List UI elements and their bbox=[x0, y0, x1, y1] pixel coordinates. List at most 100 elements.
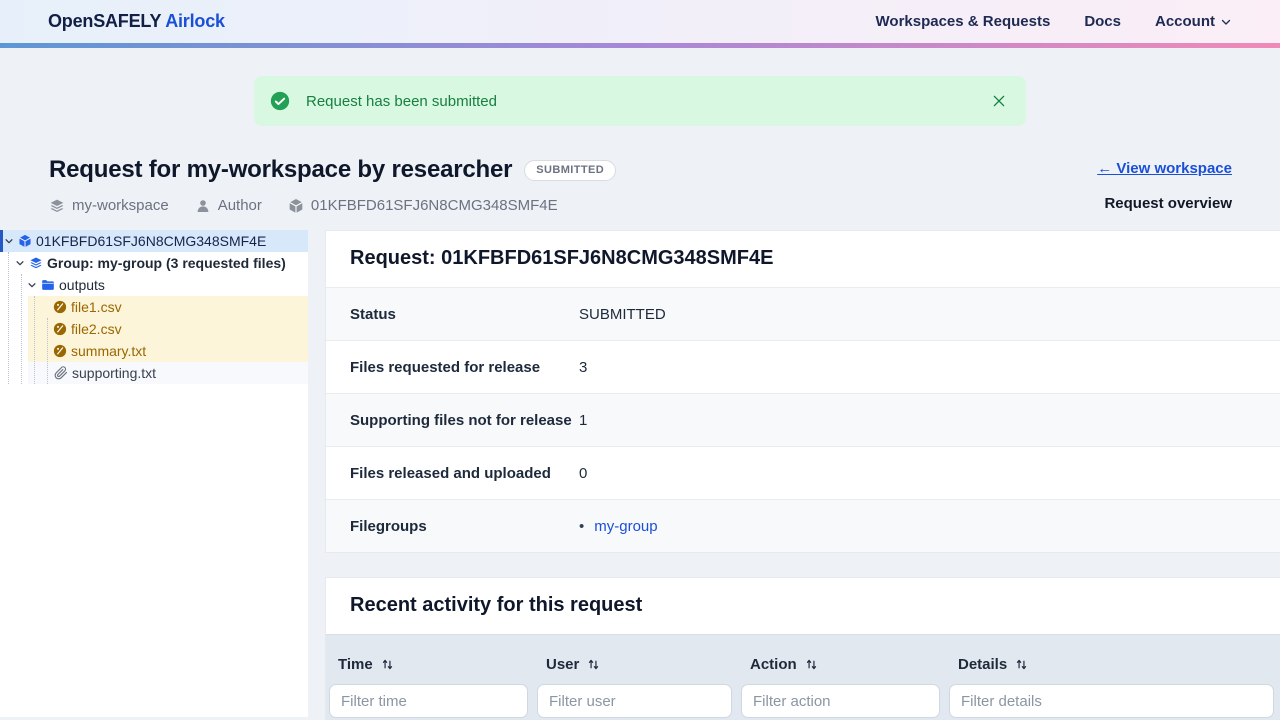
detail-row-supporting-files: Supporting files not for release 1 bbox=[326, 393, 1280, 446]
tree-guide-line bbox=[8, 252, 9, 384]
meta-workspace-label: my-workspace bbox=[72, 197, 169, 214]
nav-link-label: Account bbox=[1155, 13, 1215, 30]
meta-author-label: Author bbox=[217, 197, 262, 214]
tree-item-label: outputs bbox=[59, 277, 105, 293]
tree-item-label: 01KFBFD61SFJ6N8CMG348SMF4E bbox=[36, 233, 267, 249]
status-badge: SUBMITTED bbox=[524, 159, 617, 181]
filter-details-input[interactable] bbox=[949, 684, 1274, 718]
request-details-title: Request: 01KFBFD61SFJ6N8CMG348SMF4E bbox=[350, 247, 774, 269]
column-label: Details bbox=[958, 655, 1008, 673]
tree-item-label: file1.csv bbox=[71, 299, 122, 315]
cube-icon bbox=[289, 198, 303, 213]
nav-workspaces-requests[interactable]: Workspaces & Requests bbox=[876, 13, 1051, 30]
detail-label: Status bbox=[350, 305, 396, 323]
detail-value: SUBMITTED bbox=[579, 305, 666, 323]
meta-request-id-label: 01KFBFD61SFJ6N8CMG348SMF4E bbox=[310, 197, 558, 214]
sort-user-button[interactable] bbox=[587, 658, 600, 671]
folder-icon bbox=[42, 280, 54, 290]
user-icon bbox=[197, 199, 209, 212]
sort-icon bbox=[1017, 659, 1027, 669]
nav-link-label: Docs bbox=[1084, 13, 1121, 30]
nav-link-label: Workspaces & Requests bbox=[875, 13, 1051, 30]
page-title: Request for my-workspace by researcher bbox=[49, 156, 513, 183]
app-logo[interactable]: OpenSAFELY Airlock bbox=[48, 11, 225, 32]
tree-item-file[interactable]: file1.csv bbox=[28, 296, 308, 318]
sort-action-button[interactable] bbox=[805, 658, 818, 671]
tree-item-label: file2.csv bbox=[71, 321, 122, 337]
sort-icon bbox=[589, 659, 599, 669]
sort-icon bbox=[382, 659, 392, 669]
tree-item-label: supporting.txt bbox=[72, 365, 157, 381]
chevron-down-icon bbox=[1221, 19, 1231, 25]
request-cube-icon bbox=[19, 234, 31, 248]
tree-item-label: Group: my-group (3 requested files) bbox=[47, 255, 286, 271]
detail-value: 0 bbox=[579, 464, 588, 482]
content-area: 01KFBFD61SFJ6N8CMG348SMF4E Group: my-gro… bbox=[0, 230, 1280, 720]
output-file-icon bbox=[53, 300, 67, 314]
tree-guide-line bbox=[47, 318, 48, 384]
gradient-accent-bar bbox=[0, 43, 1280, 48]
tree-item-supporting-file[interactable]: supporting.txt bbox=[28, 362, 308, 384]
chevron-down-icon[interactable] bbox=[4, 236, 14, 246]
sort-time-button[interactable] bbox=[381, 658, 394, 671]
filter-time-input[interactable] bbox=[329, 684, 528, 718]
alert-close-button[interactable] bbox=[988, 90, 1010, 112]
meta-request-id: 01KFBFD61SFJ6N8CMG348SMF4E bbox=[288, 197, 558, 214]
filter-cell-user bbox=[534, 679, 738, 720]
filter-user-input[interactable] bbox=[537, 684, 732, 718]
tree-item-outputs-folder[interactable]: outputs bbox=[0, 274, 308, 296]
card-gap bbox=[325, 553, 1280, 577]
sort-details-button[interactable] bbox=[1015, 658, 1028, 671]
logo-secondary: Airlock bbox=[165, 11, 225, 31]
column-label: Time bbox=[338, 655, 373, 673]
close-icon bbox=[993, 95, 1005, 107]
tree-item-file[interactable]: summary.txt bbox=[28, 340, 308, 362]
detail-label: Files released and uploaded bbox=[350, 464, 551, 482]
tree-item-request-root[interactable]: 01KFBFD61SFJ6N8CMG348SMF4E bbox=[0, 230, 308, 252]
request-meta: my-workspace Author 01KFBFD61SFJ6N8CMG34… bbox=[49, 197, 616, 214]
chevron-down-icon[interactable] bbox=[15, 258, 25, 268]
paperclip-icon bbox=[54, 366, 68, 380]
tree-item-file[interactable]: file2.csv bbox=[28, 318, 308, 340]
recent-activity-card: Recent activity for this request Time Us… bbox=[325, 577, 1280, 720]
success-alert: Request has been submitted bbox=[254, 76, 1026, 126]
detail-label: Supporting files not for release bbox=[350, 411, 572, 429]
request-overview-label: Request overview bbox=[1104, 195, 1232, 212]
top-navbar: OpenSAFELY Airlock Workspaces & Requests… bbox=[0, 0, 1280, 43]
view-workspace-link[interactable]: ← View workspace bbox=[1097, 160, 1232, 177]
activity-table-header: Time User Action Details Filter time Fil… bbox=[326, 634, 1280, 720]
detail-row-filegroups: Filegroups • my-group bbox=[326, 499, 1280, 552]
detail-label: Files requested for release bbox=[350, 358, 541, 376]
filter-cell-time bbox=[326, 679, 534, 720]
chevron-down-icon[interactable] bbox=[27, 280, 37, 290]
detail-row-files-released: Files released and uploaded 0 bbox=[326, 446, 1280, 499]
column-header-details: Details bbox=[946, 635, 1280, 679]
output-file-icon bbox=[53, 344, 67, 358]
filegroup-link[interactable]: my-group bbox=[594, 518, 657, 535]
main-panel: Request: 01KFBFD61SFJ6N8CMG348SMF4E Stat… bbox=[325, 230, 1280, 720]
meta-workspace: my-workspace bbox=[49, 197, 169, 214]
file-tree-panel: 01KFBFD61SFJ6N8CMG348SMF4E Group: my-gro… bbox=[0, 230, 308, 717]
tree-guide-line bbox=[34, 296, 35, 384]
column-header-user: User bbox=[534, 635, 738, 679]
nav-account-menu[interactable]: Account bbox=[1155, 13, 1232, 30]
filter-cell-details bbox=[946, 679, 1280, 720]
detail-value: 1 bbox=[579, 411, 588, 429]
column-label: Action bbox=[750, 655, 797, 673]
nav-docs[interactable]: Docs bbox=[1084, 13, 1121, 30]
layers-icon bbox=[50, 199, 64, 212]
column-label: User bbox=[546, 655, 580, 673]
alert-message: Request has been submitted bbox=[306, 92, 497, 110]
sort-icon bbox=[806, 659, 816, 669]
tree-item-label: summary.txt bbox=[71, 343, 147, 359]
column-header-action: Action bbox=[738, 635, 946, 679]
layers-icon bbox=[30, 257, 42, 269]
output-file-icon bbox=[53, 322, 67, 336]
logo-primary: OpenSAFELY bbox=[48, 11, 162, 31]
page-header: Request for my-workspace by researcher S… bbox=[0, 126, 1280, 214]
filter-action-input[interactable] bbox=[741, 684, 940, 718]
tree-guide-line bbox=[21, 274, 22, 384]
tree-item-group[interactable]: Group: my-group (3 requested files) bbox=[0, 252, 308, 274]
recent-activity-title: Recent activity for this request bbox=[350, 594, 643, 616]
detail-label: Filegroups bbox=[350, 517, 427, 535]
